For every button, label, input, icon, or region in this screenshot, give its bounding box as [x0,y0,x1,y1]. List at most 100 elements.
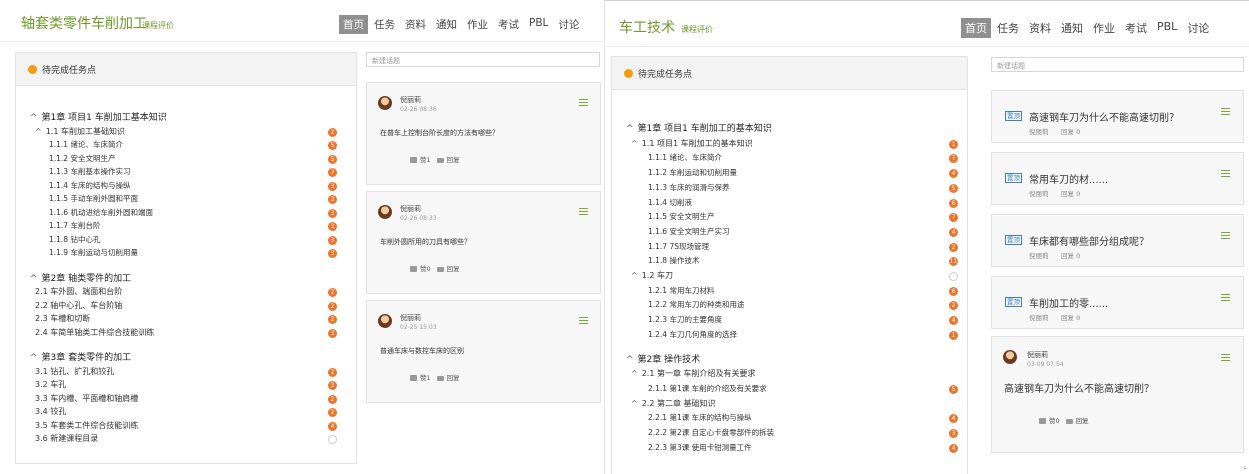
lesson-row[interactable]: 1.1.8 钻中心孔 [49,235,100,245]
outline-label[interactable]: 1.2.2 常用车刀的种类和用途 [648,300,744,309]
collapse-caret-icon[interactable]: ^ [626,124,634,134]
chapter-row[interactable]: ^ 第1章 项目1 车削加工基本知识 [30,113,167,123]
outline-label[interactable]: 1.1.6 安全文明生产实习 [648,227,729,236]
menu-icon[interactable] [1221,170,1230,177]
topic-title[interactable]: 车削加工的零...... [1029,295,1108,310]
post-text[interactable]: 在普车上控制台阶长度的方法有哪些？ [380,128,499,138]
nav-item[interactable]: 考试 [494,15,523,34]
reply-icon[interactable] [436,375,444,381]
lesson-row[interactable]: 1.1.5 手动车削外圆和平面 [49,194,138,204]
lesson-row[interactable]: 2.2.1 第1课 车床的结构与操纵 [648,413,752,423]
nav-item[interactable]: 任务 [993,18,1023,38]
section-row[interactable]: 3.4 铰孔 [35,407,66,417]
collapse-caret-icon[interactable]: ^ [30,274,38,284]
post-text[interactable]: 高速钢车刀为什么不能高速切削？ [1004,380,1154,395]
lesson-row[interactable]: 1.1.6 安全文明生产实习 [648,227,729,237]
nav-item[interactable]: PBL [1153,18,1181,38]
chapter-row[interactable]: ^ 第2章 操作技术 [626,355,700,365]
discussion-card[interactable]: 倪丽莉 02-25 15:03 普通车床与数控车床的区别 赞1 回复 [366,300,601,403]
like-count[interactable]: 赞0 [1049,417,1060,425]
nav-item[interactable]: 讨论 [554,15,583,34]
outline-label[interactable]: 1.1.3 车床的润滑与保养 [648,183,729,192]
chapter-row[interactable]: ^ 第1章 项目1 车削加工的基本知识 [626,124,772,134]
nav-item[interactable]: 讨论 [1183,18,1213,38]
section-row[interactable]: 2.2 轴中心孔、车台阶轴 [35,301,122,311]
outline-label[interactable]: 2.4 车简单轴类工件综合技能训练 [35,328,154,337]
reply-link[interactable]: 回复 [447,374,460,382]
lesson-row[interactable]: 1.1.6 机动进给车削外圆和端面 [49,208,153,218]
topic-card[interactable]: 置顶 常用车刀的材...... 倪丽莉 回复 0 [991,152,1244,205]
outline-label[interactable]: 1.1.6 机动进给车削外圆和端面 [49,208,153,217]
course-title[interactable]: 车工技术 [619,17,675,37]
menu-icon[interactable] [1221,294,1230,301]
like-icon[interactable] [410,157,417,163]
nav-item[interactable]: 作业 [463,15,492,34]
section-row[interactable]: ^ 1.1 车削加工基础知识 [35,127,125,137]
nav-item[interactable]: 考试 [1121,18,1151,38]
outline-label[interactable]: 第2章 轴类零件的加工 [42,274,132,284]
outline-label[interactable]: 3.2 车孔 [35,380,66,389]
nav-item[interactable]: 任务 [370,15,399,34]
outline-label[interactable]: 1.1.1 绪论、车床简介 [49,140,123,149]
collapse-caret-icon[interactable]: ^ [35,127,42,137]
lesson-row[interactable]: 2.2.2 第2课 自定心卡盘零部件的拆装 [648,428,774,438]
lesson-row[interactable]: 1.1.7 车削台阶 [49,221,100,231]
outline-label[interactable]: 1.1 车削加工基础知识 [46,127,125,136]
like-count[interactable]: 赞1 [420,374,431,382]
topic-author[interactable]: 倪丽莉 [1029,312,1049,322]
lesson-row[interactable]: 1.1.3 车床的润滑与保养 [648,183,729,193]
outline-label[interactable]: 1.1.7 车削台阶 [49,221,100,230]
lesson-row[interactable]: 1.2.4 车刀几何角度的选择 [648,330,737,340]
topic-author[interactable]: 倪丽莉 [1029,126,1049,136]
section-row[interactable]: ^ 1.2 车刀 [631,271,673,281]
lesson-row[interactable]: 1.1.4 切削液 [648,198,692,208]
lesson-row[interactable]: 2.1.1 第1课 车削的介绍及有关要求 [648,384,767,394]
lesson-row[interactable]: 1.2.1 常用车刀材料 [648,286,714,296]
author-name[interactable]: 倪丽莉 [400,313,421,323]
outline-label[interactable]: 2.1 车外圆、端面和台阶 [35,287,122,296]
lesson-row[interactable]: 1.1.8 操作技术 [648,256,699,266]
collapse-caret-icon[interactable]: ^ [626,355,634,365]
post-text[interactable]: 车削外圆所用的刀具有哪些？ [380,237,471,247]
author-name[interactable]: 倪丽莉 [1027,350,1048,360]
outline-label[interactable]: 1.1.8 操作技术 [648,256,699,265]
nav-item[interactable]: 资料 [401,15,430,34]
section-row[interactable]: 3.3 车内槽、平面槽和轴肩槽 [35,394,138,404]
outline-label[interactable]: 1.1.4 切削液 [648,198,692,207]
collapse-caret-icon[interactable]: ^ [631,369,638,379]
outline-label[interactable]: 2.1.1 第1课 车削的介绍及有关要求 [648,384,767,393]
menu-icon[interactable] [579,317,588,324]
outline-label[interactable]: 1.1.4 车床的结构与操纵 [49,181,130,190]
topic-card[interactable]: 置顶 高速钢车刀为什么不能高速切削？ 倪丽莉 回复 0 [991,90,1244,143]
collapse-caret-icon[interactable]: ^ [30,113,38,123]
lesson-row[interactable]: 1.1.9 车削运动与切削用量 [49,248,138,258]
discussion-card[interactable]: 倪丽莉 02-26 08:33 车削外圆所用的刀具有哪些？ 赞0 回复 [366,191,601,294]
collapse-caret-icon[interactable]: ^ [30,353,38,363]
section-row[interactable]: 3.2 车孔 [35,380,66,390]
course-rating-link[interactable]: 课程评价 [142,20,174,31]
like-count[interactable]: 赞0 [420,265,431,273]
menu-icon[interactable] [579,99,588,106]
lesson-row[interactable]: 1.2.2 常用车刀的种类和用途 [648,300,744,310]
collapse-caret-icon[interactable]: ^ [631,271,638,281]
outline-label[interactable]: 1.1.8 钻中心孔 [49,235,100,244]
course-rating-link[interactable]: 课程评价 [681,24,713,35]
menu-icon[interactable] [1221,354,1230,361]
lesson-row[interactable]: 2.2.3 第3课 使用卡钳测量工件 [648,443,752,453]
nav-item[interactable]: 作业 [1089,18,1119,38]
outline-label[interactable]: 2.2.3 第3课 使用卡钳测量工件 [648,443,752,452]
outline-label[interactable]: 2.2.1 第1课 车床的结构与操纵 [648,413,752,422]
menu-icon[interactable] [1221,108,1230,115]
outline-label[interactable]: 2.3 车槽和切断 [35,314,90,323]
nav-item[interactable]: 通知 [432,15,461,34]
reply-icon[interactable] [436,157,444,163]
outline-label[interactable]: 3.1 钻孔、扩孔和铰孔 [35,367,114,376]
nav-item[interactable]: 通知 [1057,18,1087,38]
lesson-row[interactable]: 1.1.4 车床的结构与操纵 [49,181,130,191]
section-row[interactable]: ^ 2.2 第二章 基础知识 [631,399,716,409]
chapter-row[interactable]: ^ 第3章 套类零件的加工 [30,353,131,363]
lesson-row[interactable]: 1.1.2 车削运动和切削用量 [648,168,737,178]
outline-label[interactable]: 1.1.9 车削运动与切削用量 [49,248,138,257]
outline-label[interactable]: 3.6 新建课程目录 [35,434,98,443]
author-name[interactable]: 倪丽莉 [400,95,421,105]
